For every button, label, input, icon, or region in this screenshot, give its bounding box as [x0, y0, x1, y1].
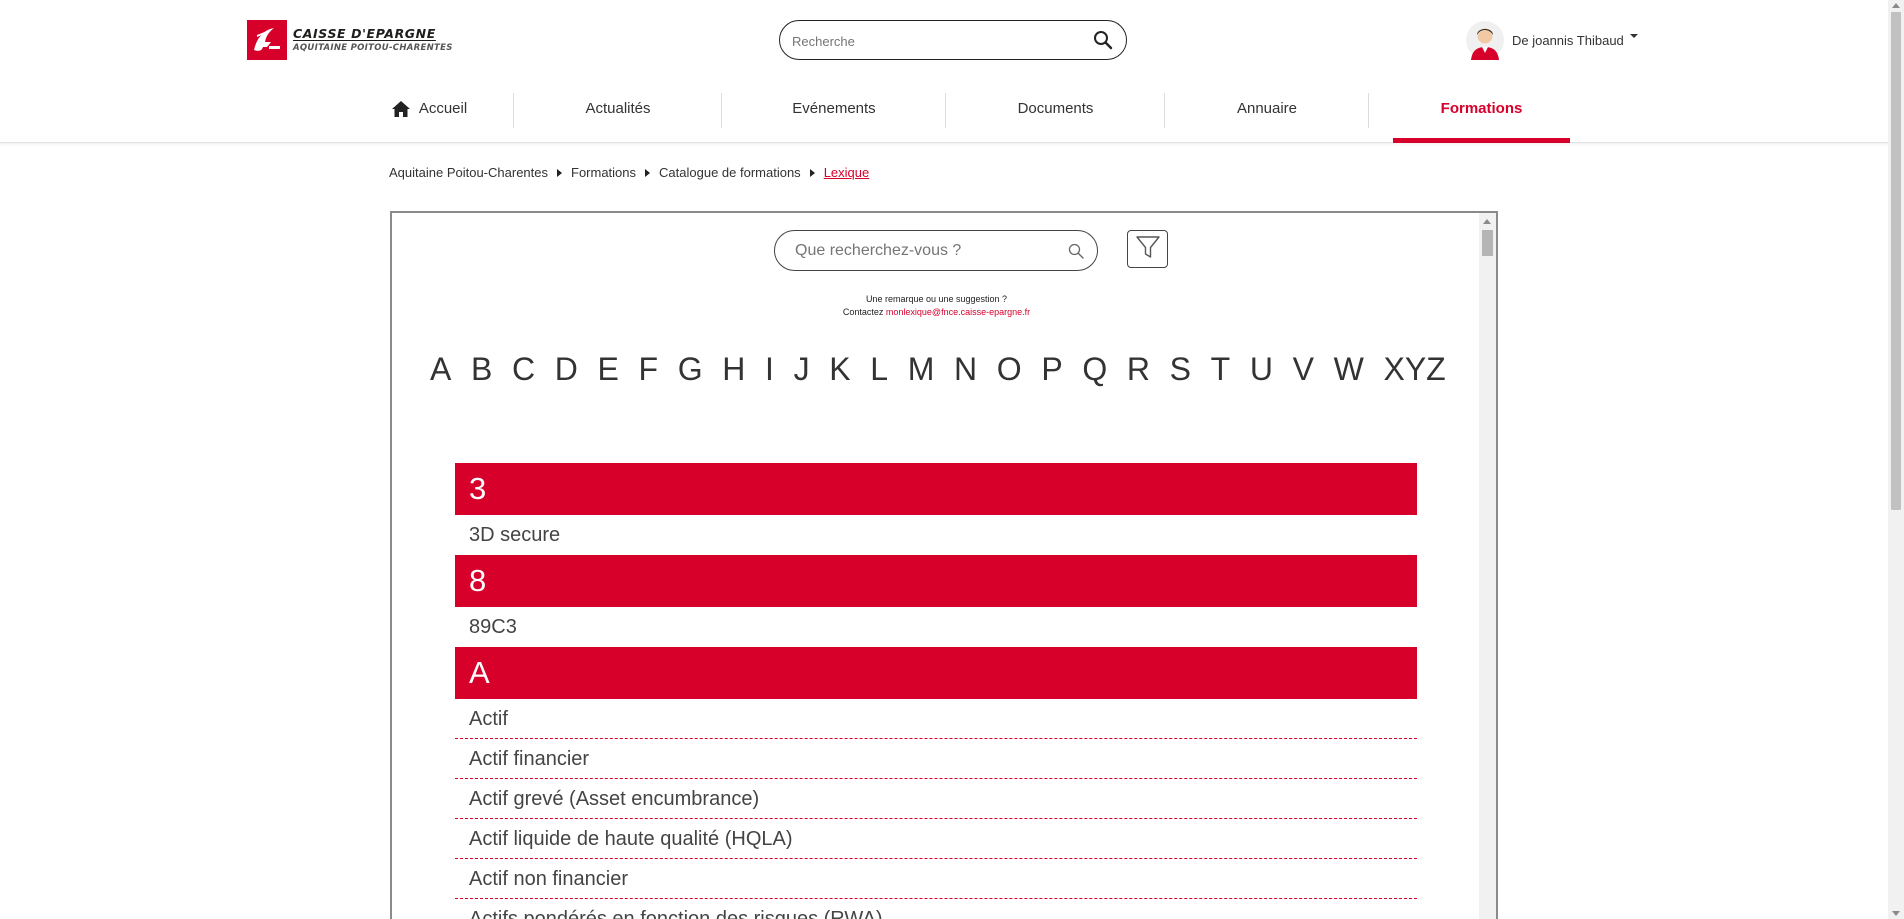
- lexique-section: A Actif Actif financier Actif grevé (Ass…: [455, 647, 1417, 919]
- lexique-frame: Une remarque ou une suggestion ? Contact…: [390, 211, 1498, 919]
- brand-logo[interactable]: CAISSE D'EPARGNE AQUITAINE POITOU-CHAREN…: [247, 20, 453, 60]
- scroll-up-icon[interactable]: [1483, 219, 1491, 224]
- letter-link[interactable]: Q: [1082, 351, 1107, 388]
- letter-link[interactable]: N: [954, 351, 977, 388]
- term-link[interactable]: 89C3: [455, 607, 1417, 647]
- letter-link[interactable]: V: [1293, 351, 1314, 388]
- note-prefix: Contactez: [842, 307, 884, 317]
- breadcrumb-link[interactable]: Catalogue de formations: [659, 165, 801, 180]
- letter-link[interactable]: T: [1211, 351, 1231, 388]
- nav-documents[interactable]: Documents: [946, 90, 1165, 143]
- frame-scrollbar[interactable]: [1479, 213, 1496, 919]
- term-link[interactable]: Actif liquide de haute qualité (HQLA): [455, 819, 1417, 859]
- note-line: Une remarque ou une suggestion ?: [865, 294, 1008, 304]
- letter-link[interactable]: B: [471, 351, 492, 388]
- breadcrumb-link[interactable]: Aquitaine Poitou-Charentes: [389, 165, 548, 180]
- nav-formations[interactable]: Formations: [1393, 90, 1570, 143]
- site-header: CAISSE D'EPARGNE AQUITAINE POITOU-CHAREN…: [0, 0, 1888, 143]
- letter-link[interactable]: C: [512, 351, 535, 388]
- nav-evenements[interactable]: Evénements: [722, 90, 946, 143]
- lexique-list: 3 3D secure 8 89C3 A Actif Actif financi…: [455, 463, 1417, 919]
- chevron-right-icon: [557, 168, 562, 177]
- nav-label: Documents: [1017, 100, 1094, 117]
- letter-link[interactable]: XYZ: [1383, 351, 1445, 388]
- scrollbar-thumb[interactable]: [1891, 12, 1901, 510]
- letter-link[interactable]: F: [639, 351, 659, 388]
- global-search-input[interactable]: [792, 30, 1082, 52]
- breadcrumb-current[interactable]: Lexique: [824, 165, 870, 180]
- scrollbar-thumb[interactable]: [1482, 230, 1493, 256]
- breadcrumb-link[interactable]: Formations: [571, 165, 636, 180]
- alphabet-index: A B C D E F G H I J K L M N O P Q R S T …: [430, 351, 1446, 388]
- global-search: [779, 20, 1127, 60]
- nav-actualites[interactable]: Actualités: [514, 90, 722, 143]
- letter-link[interactable]: J: [794, 351, 810, 388]
- scroll-down-icon[interactable]: [1892, 911, 1900, 916]
- section-header: A: [455, 647, 1417, 699]
- term-link[interactable]: Actif: [455, 699, 1417, 739]
- letter-link[interactable]: S: [1170, 351, 1191, 388]
- breadcrumb: Aquitaine Poitou-Charentes Formations Ca…: [389, 165, 869, 180]
- lexique-search-input[interactable]: [795, 240, 1055, 262]
- nav-annuaire[interactable]: Annuaire: [1165, 90, 1369, 143]
- avatar: [1466, 20, 1504, 60]
- filter-icon: [1135, 234, 1161, 265]
- chevron-right-icon: [809, 168, 815, 177]
- squirrel-logo-icon: [247, 20, 287, 60]
- letter-link[interactable]: O: [997, 351, 1022, 388]
- search-icon[interactable]: [1068, 243, 1084, 264]
- term-link[interactable]: Actif non financier: [455, 859, 1417, 899]
- letter-link[interactable]: M: [908, 351, 935, 388]
- filter-button[interactable]: [1127, 230, 1168, 268]
- nav-label: Formations: [1440, 100, 1523, 117]
- brand-region: AQUITAINE POITOU-CHARENTES: [293, 43, 453, 53]
- page-scrollbar[interactable]: [1888, 0, 1904, 919]
- suggestion-note: Une remarque ou une suggestion ? Contact…: [392, 293, 1481, 319]
- term-link[interactable]: 3D secure: [455, 515, 1417, 555]
- main-nav: Accueil Actualités Evénements Documents …: [345, 90, 1570, 143]
- letter-link[interactable]: A: [430, 351, 451, 388]
- letter-link[interactable]: U: [1250, 351, 1273, 388]
- letter-link[interactable]: W: [1334, 351, 1364, 388]
- nav-label: Actualités: [585, 100, 651, 117]
- lexique-section: 3 3D secure: [455, 463, 1417, 555]
- section-header: 8: [455, 555, 1417, 607]
- letter-link[interactable]: L: [870, 351, 888, 388]
- search-icon[interactable]: [1093, 30, 1113, 55]
- letter-link[interactable]: E: [598, 351, 619, 388]
- lexique-search: [774, 230, 1098, 271]
- letter-link[interactable]: H: [722, 351, 745, 388]
- letter-link[interactable]: K: [829, 351, 850, 388]
- chevron-right-icon: [645, 168, 651, 177]
- nav-accueil[interactable]: Accueil: [345, 90, 514, 143]
- letter-link[interactable]: R: [1127, 351, 1150, 388]
- letter-link[interactable]: G: [678, 351, 703, 388]
- brand-name: CAISSE D'EPARGNE: [293, 25, 436, 41]
- term-link[interactable]: Actifs pondérés en fonction des risques …: [455, 899, 1417, 919]
- term-link[interactable]: Actif financier: [455, 739, 1417, 779]
- home-icon: [391, 101, 410, 121]
- letter-link[interactable]: D: [555, 351, 578, 388]
- contact-email-link[interactable]: monlexique@fnce.caisse-epargne.fr: [886, 307, 1030, 317]
- nav-label: Annuaire: [1236, 100, 1298, 117]
- caret-down-icon: [1629, 34, 1638, 38]
- user-menu[interactable]: De joannis Thibaud: [1466, 20, 1638, 60]
- letter-link[interactable]: P: [1041, 351, 1062, 388]
- section-header: 3: [455, 463, 1417, 515]
- lexique-section: 8 89C3: [455, 555, 1417, 647]
- user-name: De joannis Thibaud: [1512, 32, 1624, 48]
- term-link[interactable]: Actif grevé (Asset encumbrance): [455, 779, 1417, 819]
- nav-label: Evénements: [792, 100, 876, 117]
- scroll-up-icon[interactable]: [1892, 3, 1900, 8]
- letter-link[interactable]: I: [765, 351, 774, 388]
- nav-label: Accueil: [418, 100, 468, 117]
